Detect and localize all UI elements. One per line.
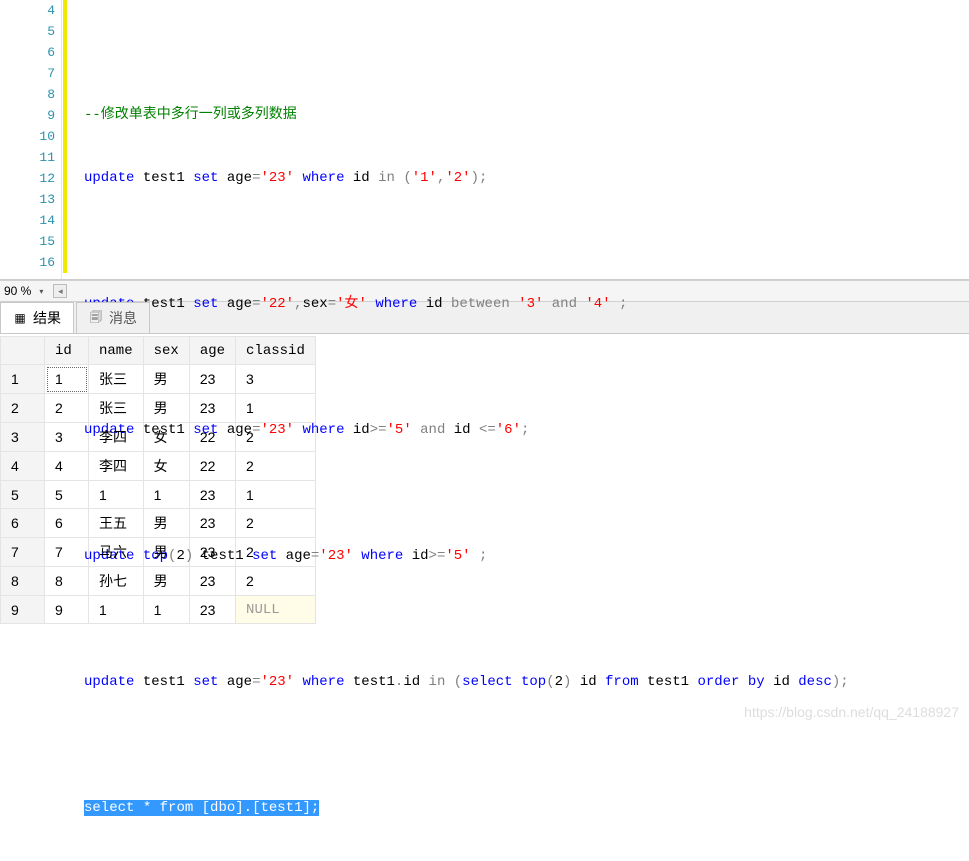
code-line-11[interactable] xyxy=(84,483,969,504)
row-number[interactable]: 2 xyxy=(1,394,45,423)
tab-results-label: 结果 xyxy=(33,308,61,328)
tab-messages-label: 消息 xyxy=(109,308,137,328)
cell-id[interactable]: 1 xyxy=(45,365,89,394)
cell-id[interactable]: 7 xyxy=(45,538,89,567)
cell-id[interactable]: 4 xyxy=(45,452,89,481)
grid-header-blank xyxy=(1,337,45,365)
code-line-12[interactable]: update top(2) test1 set age='23' where i… xyxy=(84,546,969,567)
messages-icon: 🗐 xyxy=(89,311,103,325)
code-line-4[interactable] xyxy=(84,42,969,63)
zoom-level[interactable]: 90 % xyxy=(4,284,35,298)
row-number[interactable]: 7 xyxy=(1,538,45,567)
line-number-gutter: 4 5 6 7 8 9 10 11 12 13 14 15 16 xyxy=(0,0,62,279)
code-line-10[interactable]: update test1 set age='23' where id>='5' … xyxy=(84,420,969,441)
results-grid-icon: ▦ xyxy=(13,311,27,325)
cell-id[interactable]: 5 xyxy=(45,481,89,509)
row-number[interactable]: 8 xyxy=(1,567,45,596)
code-line-5[interactable]: --修改单表中多行一列或多列数据 xyxy=(84,105,969,126)
code-content[interactable]: --修改单表中多行一列或多列数据 update test1 set age='2… xyxy=(68,0,969,279)
code-line-14[interactable]: update test1 set age='23' where test1.id… xyxy=(84,672,969,693)
row-number[interactable]: 1 xyxy=(1,365,45,394)
row-number[interactable]: 9 xyxy=(1,596,45,624)
zoom-dropdown-icon[interactable]: ▾ xyxy=(35,285,47,297)
cell-id[interactable]: 8 xyxy=(45,567,89,596)
code-line-13[interactable] xyxy=(84,609,969,630)
row-number[interactable]: 4 xyxy=(1,452,45,481)
code-line-15[interactable] xyxy=(84,735,969,756)
tab-messages[interactable]: 🗐 消息 xyxy=(76,302,150,333)
row-number[interactable]: 5 xyxy=(1,481,45,509)
code-line-7[interactable] xyxy=(84,231,969,252)
code-line-6[interactable]: update test1 set age='23' where id in ('… xyxy=(84,168,969,189)
code-editor[interactable]: 4 5 6 7 8 9 10 11 12 13 14 15 16 --修改单表中… xyxy=(0,0,969,280)
cell-id[interactable]: 9 xyxy=(45,596,89,624)
cell-id[interactable]: 6 xyxy=(45,509,89,538)
code-line-8[interactable]: update test1 set age='22',sex='女' where … xyxy=(84,294,969,315)
code-line-16[interactable]: select * from [dbo].[test1]; xyxy=(84,798,969,819)
grid-header-id[interactable]: id xyxy=(45,337,89,365)
tab-results[interactable]: ▦ 结果 xyxy=(0,302,74,333)
row-number[interactable]: 6 xyxy=(1,509,45,538)
scroll-left-icon[interactable]: ◂ xyxy=(53,284,67,298)
cell-id[interactable]: 3 xyxy=(45,423,89,452)
row-number[interactable]: 3 xyxy=(1,423,45,452)
cell-id[interactable]: 2 xyxy=(45,394,89,423)
code-line-9[interactable] xyxy=(84,357,969,378)
